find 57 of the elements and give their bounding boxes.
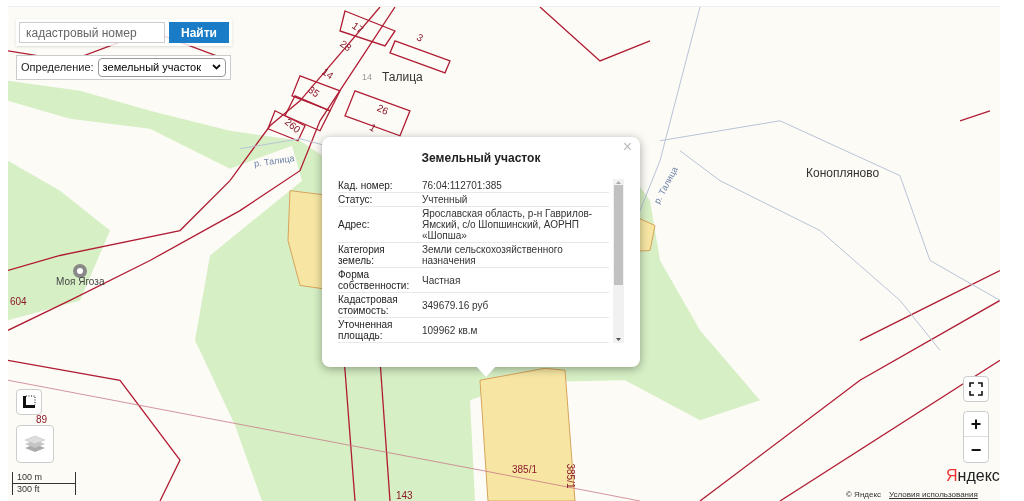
chevron-down-icon (211, 64, 221, 71)
scrollbar[interactable] (613, 179, 624, 343)
parcel-number: 26 (375, 103, 390, 117)
fullscreen-icon (969, 382, 983, 396)
field-label: Категория земель: (338, 244, 386, 266)
parcel-number: 385/1 (512, 465, 538, 475)
popup-title: Земельный участок (420, 150, 542, 167)
field-value: 76:04:112701:385 (422, 180, 503, 191)
field-label: Кад. номер: (338, 180, 394, 191)
field-label: Кадастровая стоимость: (338, 294, 399, 316)
definition-label: Определение: (21, 60, 94, 75)
layers-button[interactable] (16, 425, 54, 463)
parcel-number: 385/1 (564, 463, 575, 489)
parcel-number: 28 (338, 38, 353, 54)
field-label: Адрес: (338, 219, 371, 230)
scroll-down-icon[interactable] (615, 337, 622, 343)
field-value: Учтенный (422, 194, 469, 205)
field-value: 109962 кв.м (422, 324, 479, 336)
parcel-number: 143 (396, 491, 413, 501)
parcel-number: 35 (306, 84, 321, 100)
ruler-button[interactable] (16, 389, 42, 415)
cadastral-number-field[interactable]: кадастровый номер (19, 22, 165, 43)
place-label: Конопляново (806, 167, 880, 179)
land-parcel[interactable] (479, 367, 576, 501)
parcel-number: 89 (36, 415, 48, 425)
poi-label: Моя Ягоза (56, 277, 105, 287)
definition-select[interactable]: земельный участок (97, 58, 226, 77)
field-label: Форма собственности: (338, 269, 411, 291)
map-logo: Яндекс (946, 468, 1000, 484)
river-label: р. Талица (253, 154, 295, 169)
terms-link[interactable]: Условия использования (889, 489, 978, 501)
parcel-number: 17 (350, 20, 365, 36)
poi-icon (72, 263, 88, 279)
house-number: 14 (362, 73, 372, 82)
field-value: 349679.16 руб (422, 299, 490, 311)
field-label: Уточненная площадь: (338, 319, 394, 341)
parcel-number: 604 (10, 297, 27, 307)
search-button[interactable]: Найти (169, 22, 229, 43)
parcel-number: 260 (282, 116, 302, 136)
copyright-text: © Яндекс (846, 489, 882, 501)
parcel-boundary (959, 110, 991, 122)
place-label: Талица (382, 71, 423, 83)
parcel-number: 14 (320, 66, 335, 82)
field-value: Ярославская область, р-н Гаврилов-Ямский, с/о Шопшинский, АОРНП «Шопша» (422, 208, 594, 241)
field-label: Статус: (338, 194, 374, 205)
field-value: Частная (422, 274, 462, 286)
zoom-in-button[interactable]: + (964, 412, 988, 437)
scale-imperial: 300 ft (16, 484, 41, 495)
parcel-number: 1 (367, 122, 378, 134)
scale-metric: 100 m (13, 472, 75, 484)
scrollbar-thumb[interactable] (614, 185, 623, 285)
zoom-out-button[interactable]: − (964, 437, 988, 462)
parcel-number: 3 (414, 32, 425, 44)
field-value: Земли сельскохозяйственного назначения (422, 244, 564, 266)
ruler-icon (22, 395, 36, 409)
layers-icon (23, 434, 47, 454)
fullscreen-button[interactable] (963, 376, 989, 402)
